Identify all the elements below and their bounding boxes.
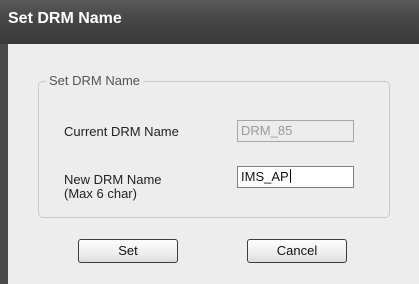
current-drm-name-value: DRM_85	[241, 123, 293, 138]
dialog-body: Set DRM Name Current DRM Name DRM_85 New…	[8, 44, 419, 284]
text-caret	[289, 169, 291, 183]
current-drm-name-label: Current DRM Name	[64, 124, 179, 139]
set-button[interactable]: Set	[78, 239, 178, 263]
window-frame-left	[0, 44, 8, 284]
dialog-window: Set DRM Name Set DRM Name Current DRM Na…	[0, 0, 419, 284]
title-bar[interactable]: Set DRM Name	[0, 0, 419, 44]
cancel-button[interactable]: Cancel	[247, 239, 347, 263]
new-drm-name-input[interactable]: IMS_AP	[237, 166, 354, 188]
set-drm-name-group: Set DRM Name Current DRM Name DRM_85 New…	[38, 73, 390, 218]
new-drm-name-value: IMS_AP	[241, 169, 289, 184]
group-legend: Set DRM Name	[46, 73, 144, 88]
window-title: Set DRM Name	[8, 10, 122, 27]
current-drm-name-field: DRM_85	[237, 120, 354, 142]
new-drm-name-hint: (Max 6 char)	[64, 186, 137, 201]
new-drm-name-label: New DRM Name	[64, 172, 162, 187]
